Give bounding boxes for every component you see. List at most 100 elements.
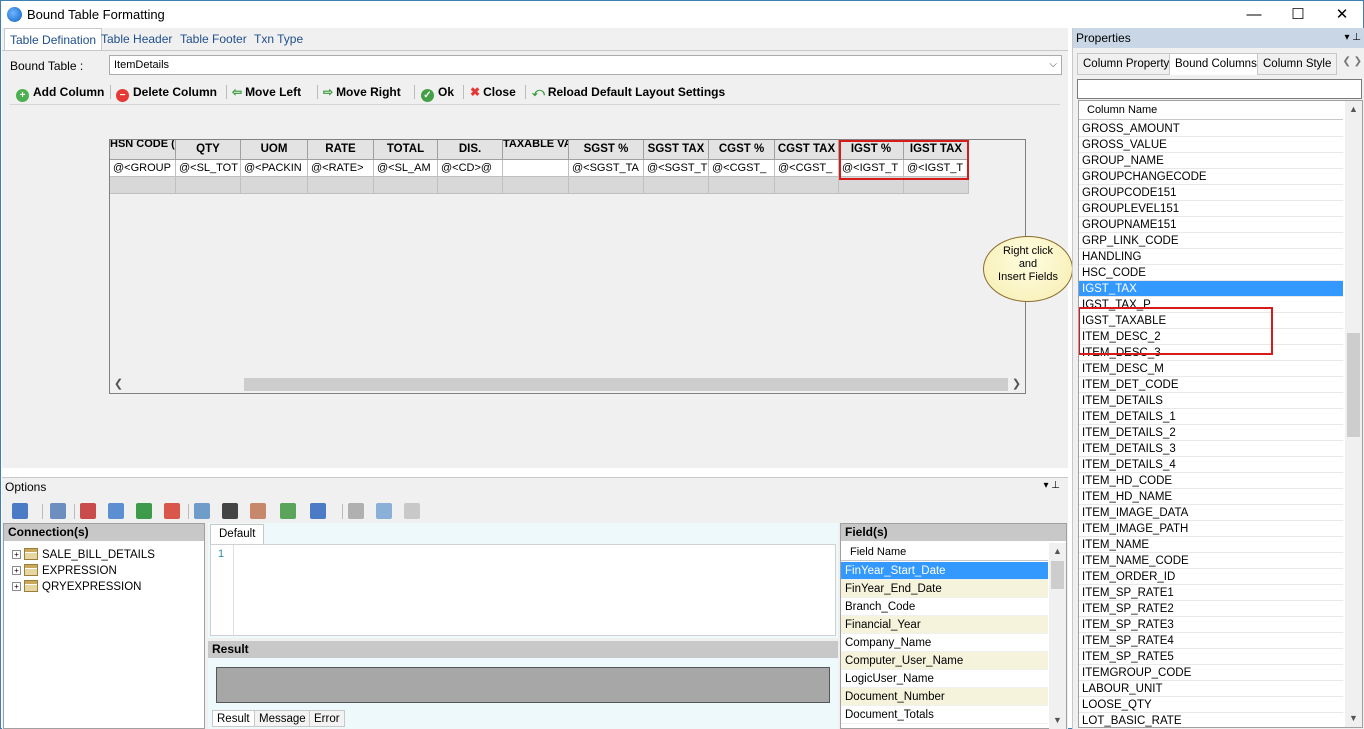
grid-cell[interactable]: @<CD>@ [438, 160, 503, 177]
column-item[interactable]: ITEM_DETAILS_1 [1079, 409, 1343, 425]
delete-column-button[interactable]: − Delete Column [116, 81, 217, 103]
column-item[interactable]: ITEM_SP_RATE4 [1079, 633, 1343, 649]
column-item[interactable]: ITEM_SP_RATE5 [1079, 649, 1343, 665]
editor-textarea[interactable]: 1 [210, 544, 836, 636]
grid-column-header[interactable]: CGST TAX [775, 140, 839, 160]
grid-cell[interactable]: @<CGST_ [775, 160, 839, 177]
grid-new-row-cell[interactable] [709, 177, 775, 194]
grid-new-row-cell[interactable] [374, 177, 438, 194]
move-right-button[interactable]: ⇨ Move Right [323, 81, 401, 103]
field-item[interactable]: Computer_User_Name [841, 652, 1048, 670]
column-item[interactable]: ITEM_NAME [1079, 537, 1343, 553]
scroll-down-icon[interactable]: ▼ [1049, 712, 1066, 729]
table-dropdown-icon[interactable] [12, 503, 28, 519]
column-name-header[interactable]: Column Name [1079, 101, 1343, 120]
column-item[interactable]: ITEM_ORDER_ID [1079, 569, 1343, 585]
grid-column-header[interactable]: UOM [241, 140, 308, 160]
column-item[interactable]: LOOSE_QTY [1079, 697, 1343, 713]
columns-vertical-scrollbar[interactable]: ▲ ▼ [1345, 101, 1362, 727]
grid-new-row-cell[interactable] [241, 177, 308, 194]
fields-vertical-scrollbar[interactable]: ▲ ▼ [1049, 543, 1066, 729]
clear-icon[interactable] [250, 503, 266, 519]
grid-icon[interactable] [376, 503, 392, 519]
grid-column-header[interactable]: SGST % [569, 140, 644, 160]
scroll-thumb[interactable] [244, 378, 1008, 391]
expand-icon[interactable]: + [12, 550, 21, 559]
column-item[interactable]: ITEMGROUP_CODE [1079, 665, 1343, 681]
grid-column-header[interactable]: HSN CODE (GS [110, 140, 176, 160]
grid-column-header[interactable]: SGST TAX [644, 140, 709, 160]
minimize-button[interactable]: — [1231, 1, 1277, 28]
scroll-up-icon[interactable]: ▲ [1345, 101, 1362, 118]
field-item[interactable]: Document_Totals [841, 706, 1048, 724]
edit-icon[interactable] [108, 503, 124, 519]
column-item[interactable]: GROUPCHANGECODE [1079, 169, 1343, 185]
query-icon[interactable] [50, 503, 66, 519]
column-item[interactable]: ITEM_DETAILS [1079, 393, 1343, 409]
tab-column-property[interactable]: Column Property [1077, 53, 1176, 75]
column-item[interactable]: GRP_LINK_CODE [1079, 233, 1343, 249]
grid-new-row-cell[interactable] [438, 177, 503, 194]
column-item[interactable]: IGST_TAX [1079, 281, 1343, 297]
tab-bound-columns[interactable]: Bound Columns [1169, 53, 1263, 75]
tab-scroll-arrows-icon[interactable]: ❮ ❯ [1342, 56, 1362, 67]
tab-table-footer[interactable]: Table Footer [175, 28, 252, 50]
grid-new-row-cell[interactable] [775, 177, 839, 194]
column-item[interactable]: GROUPLEVEL151 [1079, 201, 1343, 217]
bound-table-grid[interactable]: HSN CODE (GS@<GROUPQTY@<SL_TOTUOM@<PACKI… [109, 139, 1026, 394]
grid-cell[interactable]: @<SL_AM [374, 160, 438, 177]
column-item[interactable]: ITEM_IMAGE_PATH [1079, 521, 1343, 537]
book-dropdown-icon[interactable] [310, 503, 326, 519]
close-window-button[interactable]: ✕ [1319, 1, 1364, 28]
grid-column-header[interactable]: CGST % [709, 140, 775, 160]
field-item[interactable]: Company_Name [841, 634, 1048, 652]
tab-column-style[interactable]: Column Style [1257, 53, 1338, 75]
grid-new-row-cell[interactable] [503, 177, 569, 194]
column-item[interactable]: ITEM_IMAGE_DATA [1079, 505, 1343, 521]
column-item[interactable]: ITEM_HD_CODE [1079, 473, 1343, 489]
grid-cell[interactable]: @<PACKIN [241, 160, 308, 177]
insert-icon[interactable] [164, 503, 180, 519]
list-icon[interactable] [280, 503, 296, 519]
field-item[interactable]: FinYear_Start_Date [841, 562, 1048, 580]
delete-doc-icon[interactable] [80, 503, 96, 519]
column-item[interactable]: HANDLING [1079, 249, 1343, 265]
column-filter-input[interactable] [1077, 79, 1362, 99]
field-item[interactable]: LogicUser_Name [841, 670, 1048, 688]
tab-message[interactable]: Message [254, 710, 311, 727]
tab-result[interactable]: Result [212, 710, 255, 727]
column-item[interactable]: ITEM_DETAILS_4 [1079, 457, 1343, 473]
scroll-thumb[interactable] [1051, 561, 1064, 589]
column-item[interactable]: ITEM_SP_RATE2 [1079, 601, 1343, 617]
grid-horizontal-scrollbar[interactable]: ❮ ❯ [110, 376, 1025, 393]
grid-column-header[interactable]: TOTAL [374, 140, 438, 160]
column-item[interactable]: ITEM_DET_CODE [1079, 377, 1343, 393]
field-item[interactable]: Document_Number [841, 688, 1048, 706]
grid-new-row-cell[interactable] [644, 177, 709, 194]
tab-txn-type[interactable]: Txn Type [249, 28, 308, 50]
move-left-button[interactable]: ⇦ Move Left [232, 81, 301, 103]
grid-cell[interactable] [503, 160, 569, 177]
pin-icon[interactable]: ▾ ⊥ [1344, 28, 1361, 48]
scroll-thumb[interactable] [1347, 333, 1360, 437]
grid-cell[interactable]: @<SL_TOT [176, 160, 241, 177]
column-item[interactable]: ITEM_HD_NAME [1079, 489, 1343, 505]
tree-item[interactable]: + SALE_BILL_DETAILS [12, 547, 155, 563]
grid-column-header[interactable]: DIS. [438, 140, 503, 160]
grid-cell[interactable]: @<CGST_ [709, 160, 775, 177]
grid-column-header[interactable]: TAXABLE VAL [503, 140, 569, 160]
field-item[interactable]: Branch_Code [841, 598, 1048, 616]
scroll-left-icon[interactable]: ❮ [110, 376, 127, 393]
expand-icon[interactable]: + [12, 582, 21, 591]
column-item[interactable]: GROSS_VALUE [1079, 137, 1343, 153]
scroll-up-icon[interactable]: ▲ [1049, 543, 1066, 560]
column-item[interactable]: LOT_BASIC_RATE [1079, 713, 1343, 727]
maximize-button[interactable]: ☐ [1275, 1, 1321, 28]
close-button[interactable]: ✖ Close [470, 81, 516, 103]
grid-new-row-cell[interactable] [308, 177, 374, 194]
grid-column-header[interactable]: QTY [176, 140, 241, 160]
grid-cell[interactable]: @<GROUP [110, 160, 176, 177]
bound-table-select[interactable]: ItemDetails ⌵ [109, 55, 1062, 75]
add-column-button[interactable]: + Add Column [16, 81, 104, 103]
column-item[interactable]: GROSS_AMOUNT [1079, 121, 1343, 137]
